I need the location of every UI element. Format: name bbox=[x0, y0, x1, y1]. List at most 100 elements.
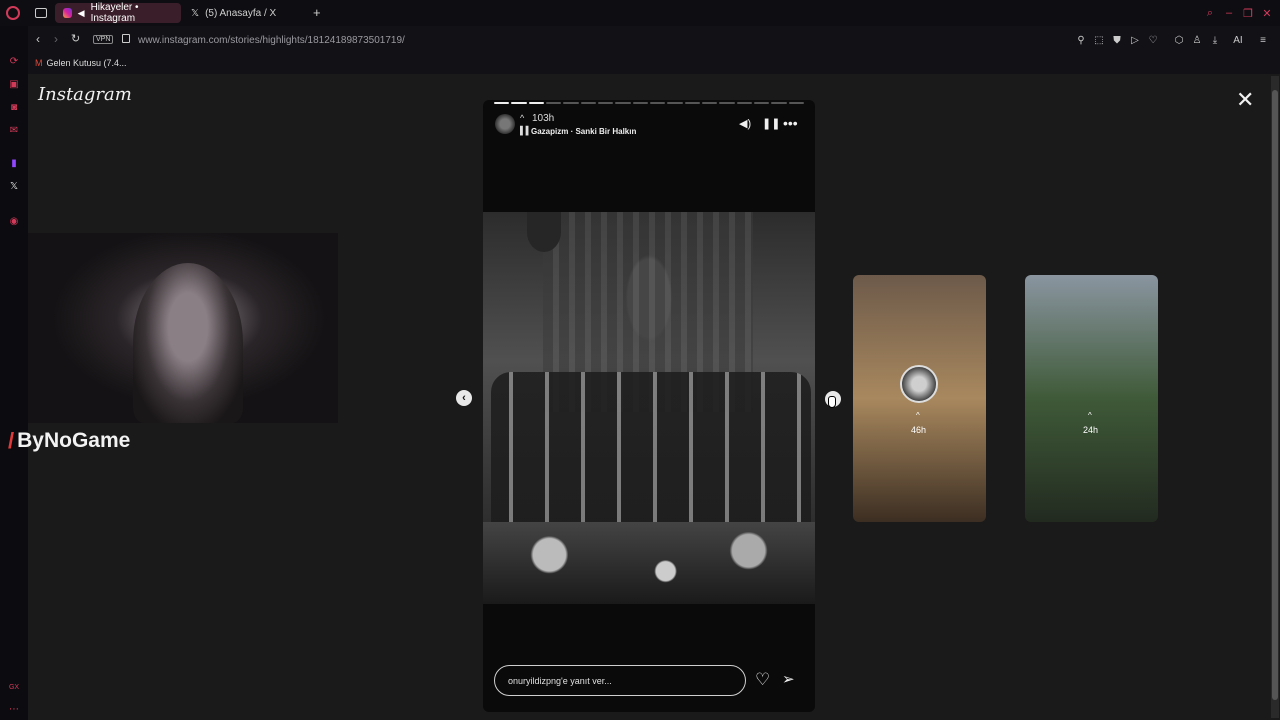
story-viewer[interactable]: ^ 103h ▌▌ Gazapizm · Sanki Bir Halkın ◀)… bbox=[483, 100, 815, 712]
twitch-icon[interactable]: ▮ bbox=[7, 156, 21, 170]
bynogame-logo: / ByNoGame bbox=[8, 428, 130, 454]
preview-image bbox=[1025, 275, 1158, 522]
progress-segment bbox=[788, 102, 804, 104]
play-icon[interactable]: ▷ bbox=[1128, 33, 1142, 47]
mail-icon[interactable]: ✉ bbox=[7, 123, 21, 137]
x-favicon-icon: 𝕏 bbox=[191, 7, 200, 19]
bookmark-label: Gelen Kutusu (7.4... bbox=[46, 58, 127, 68]
preview-avatar bbox=[900, 365, 938, 403]
progress-segment bbox=[771, 102, 787, 104]
url-input[interactable] bbox=[138, 32, 738, 48]
progress-segment bbox=[563, 102, 579, 104]
tab-instagram[interactable]: ◀ Hikayeler • Instagram bbox=[55, 2, 181, 24]
progress-segment bbox=[754, 102, 770, 104]
gmail-icon: M bbox=[35, 58, 43, 68]
story-photo bbox=[483, 212, 815, 604]
story-avatar[interactable] bbox=[495, 114, 515, 134]
player-icon[interactable]: ◉ bbox=[7, 214, 21, 228]
close-window-icon[interactable]: ✕ bbox=[1260, 6, 1274, 20]
progress-segment bbox=[667, 102, 683, 104]
lock-icon bbox=[122, 34, 130, 43]
heart-icon[interactable]: ♡ bbox=[1146, 33, 1160, 47]
forward-icon[interactable]: › bbox=[54, 32, 58, 46]
send-icon[interactable]: ➢ bbox=[782, 670, 795, 688]
progress-segment bbox=[546, 102, 562, 104]
performers bbox=[491, 372, 811, 522]
preview-time: 24h bbox=[1083, 425, 1099, 435]
instagram-favicon-icon bbox=[63, 8, 72, 18]
story-preview-1[interactable]: ^ 46h bbox=[853, 275, 986, 522]
tab-x[interactable]: 𝕏 (5) Anasayfa / X bbox=[183, 3, 303, 23]
messenger-icon[interactable]: ◙ bbox=[7, 100, 21, 114]
pinned-icon: ^ bbox=[916, 411, 920, 420]
browser-sidebar: ⟳ ▣ ◙ ✉ ▮ 𝕏 ◉ GX ⋯ bbox=[0, 26, 28, 720]
reply-box[interactable]: onuryildizpng'e yanıt ver... bbox=[494, 665, 746, 696]
profile-icon[interactable]: ♙ bbox=[1190, 33, 1204, 47]
progress-segment bbox=[632, 102, 648, 104]
story-time: 103h bbox=[532, 113, 555, 124]
gx-icon[interactable]: GX bbox=[7, 680, 21, 694]
progress-segment bbox=[580, 102, 596, 104]
progress-segment bbox=[736, 102, 752, 104]
close-icon[interactable]: ✕ bbox=[1236, 89, 1254, 111]
like-icon[interactable]: ♡ bbox=[755, 670, 770, 690]
tab-manager-icon[interactable] bbox=[35, 8, 47, 18]
extensions-icon[interactable]: ⬡ bbox=[1172, 33, 1186, 47]
vpn-badge[interactable]: VPN bbox=[93, 35, 114, 44]
bookmark-gmail[interactable]: M Gelen Kutusu (7.4... bbox=[35, 58, 127, 68]
progress-segment bbox=[511, 102, 527, 104]
progress-segment bbox=[719, 102, 735, 104]
progress-segment bbox=[598, 102, 614, 104]
previous-story-button[interactable]: ‹ bbox=[456, 390, 472, 406]
back-icon[interactable]: ‹ bbox=[36, 32, 40, 46]
webcam-person bbox=[133, 263, 243, 423]
flowers bbox=[483, 522, 815, 604]
music-icon: ▌▌ bbox=[520, 126, 532, 135]
mute-icon[interactable]: ◀) bbox=[739, 117, 751, 130]
progress-segment bbox=[702, 102, 718, 104]
shield-icon[interactable]: ⛊ bbox=[1110, 33, 1124, 47]
progress-segment bbox=[494, 102, 510, 104]
speaker-icon[interactable]: ◀ bbox=[78, 8, 85, 19]
tab-label: Hikayeler • Instagram bbox=[90, 2, 139, 24]
progress-segment bbox=[650, 102, 666, 104]
story-progress-bar bbox=[494, 100, 804, 106]
download-icon[interactable]: ⤓ bbox=[1208, 33, 1222, 47]
tab-label: (5) Anasayfa / X bbox=[205, 7, 277, 19]
x-icon[interactable]: 𝕏 bbox=[7, 179, 21, 193]
pin-icon[interactable]: ⚲ bbox=[1074, 33, 1088, 47]
instagram-logo[interactable]: Instagram bbox=[38, 84, 132, 105]
search-icon[interactable]: ⌕ bbox=[1203, 6, 1217, 20]
progress-segment bbox=[684, 102, 700, 104]
maximize-icon[interactable]: ❐ bbox=[1241, 6, 1255, 20]
more-icon[interactable]: ⋯ bbox=[7, 702, 21, 716]
new-tab-plus-icon[interactable]: + bbox=[313, 5, 321, 20]
more-options-icon[interactable]: ••• bbox=[783, 115, 798, 131]
ai-icon[interactable]: AI bbox=[1226, 33, 1250, 47]
bookmarks-bar: M Gelen Kutusu (7.4... bbox=[28, 54, 1280, 74]
opera-logo-icon[interactable] bbox=[6, 6, 20, 20]
pinned-icon: ^ bbox=[520, 113, 525, 123]
scrollbar-thumb[interactable] bbox=[1272, 90, 1278, 700]
story-preview-2[interactable]: ^ 24h bbox=[1025, 275, 1158, 522]
history-icon[interactable]: ⟳ bbox=[7, 54, 21, 68]
reply-placeholder: onuryildizpng'e yanıt ver... bbox=[508, 675, 612, 686]
shopping-bag-icon[interactable]: ▣ bbox=[7, 77, 21, 91]
progress-segment bbox=[528, 102, 544, 104]
minimize-icon[interactable]: – bbox=[1222, 6, 1236, 20]
tab-bar: ◀ Hikayeler • Instagram 𝕏 (5) Anasayfa /… bbox=[0, 0, 1280, 26]
mouse-cursor-icon bbox=[828, 396, 836, 408]
brand-name: ByNoGame bbox=[17, 429, 131, 452]
progress-segment bbox=[615, 102, 631, 104]
snapshot-icon[interactable]: ⬚ bbox=[1092, 33, 1106, 47]
webcam-overlay bbox=[28, 233, 338, 423]
pause-icon[interactable]: ❚❚ bbox=[762, 117, 780, 130]
flag-crescent-icon bbox=[527, 212, 561, 252]
menu-icon[interactable]: ≡ bbox=[1256, 33, 1270, 47]
ai-label: AI bbox=[1233, 34, 1243, 46]
pinned-icon: ^ bbox=[1088, 411, 1092, 420]
preview-time: 46h bbox=[911, 425, 927, 435]
story-song[interactable]: Gazapizm · Sanki Bir Halkın bbox=[531, 127, 636, 136]
reload-icon[interactable]: ↻ bbox=[71, 32, 80, 45]
bynogame-mark-icon: / bbox=[8, 428, 15, 453]
